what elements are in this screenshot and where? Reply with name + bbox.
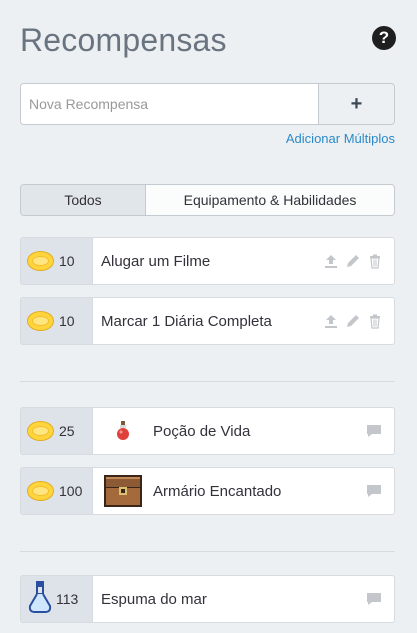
item-title[interactable]: Espuma do mar <box>93 576 366 622</box>
gold-coin-icon <box>27 311 54 331</box>
push-to-top-icon[interactable] <box>322 252 340 270</box>
tab-all[interactable]: Todos <box>21 185 146 215</box>
gold-coin-icon <box>27 251 54 271</box>
reward-title[interactable]: Alugar um Filme <box>93 238 322 284</box>
item-price: 100 <box>59 483 83 499</box>
reward-actions <box>322 298 394 344</box>
health-potion-icon <box>101 413 145 449</box>
gold-coin-icon <box>27 421 54 441</box>
filter-tabs: Todos Equipamento & Habilidades <box>20 184 395 216</box>
gold-coin-icon <box>27 481 54 501</box>
price-column: 10 <box>21 298 93 344</box>
new-reward-input[interactable] <box>21 84 318 124</box>
delete-icon[interactable] <box>366 312 384 330</box>
reward-actions <box>322 238 394 284</box>
notes-icon[interactable] <box>366 468 394 514</box>
notes-icon[interactable] <box>366 408 394 454</box>
item-body[interactable]: Armário Encantado <box>93 468 366 514</box>
price-column: 10 <box>21 238 93 284</box>
add-multiple-link[interactable]: Adicionar Múltiplos <box>286 131 395 146</box>
edit-icon[interactable] <box>344 312 362 330</box>
shop-item[interactable]: 100 Armário Encantado <box>20 467 395 515</box>
push-to-top-icon[interactable] <box>322 312 340 330</box>
section-divider <box>20 551 395 552</box>
page-title: Recompensas <box>20 22 227 58</box>
section-divider <box>20 381 395 382</box>
price-column: 113 <box>21 576 93 622</box>
price-column: 100 <box>21 468 93 514</box>
item-price: 25 <box>59 423 75 439</box>
edit-icon[interactable] <box>344 252 362 270</box>
delete-icon[interactable] <box>366 252 384 270</box>
reward-title[interactable]: Marcar 1 Diária Completa <box>93 298 322 344</box>
item-price: 113 <box>56 591 79 607</box>
potion-bottle-icon <box>27 579 53 620</box>
shop-item[interactable]: 25 Poção de Vida <box>20 407 395 455</box>
gem-item[interactable]: 113 Espuma do mar <box>20 575 395 623</box>
item-body[interactable]: Poção de Vida <box>93 408 366 454</box>
reward-price: 10 <box>59 253 75 269</box>
reward-item[interactable]: 10 Alugar um Filme <box>20 237 395 285</box>
notes-icon[interactable] <box>366 576 394 622</box>
tab-equipment-skills[interactable]: Equipamento & Habilidades <box>146 185 394 215</box>
item-title: Armário Encantado <box>153 482 282 500</box>
help-icon[interactable]: ? <box>372 26 396 50</box>
reward-item[interactable]: 10 Marcar 1 Diária Completa <box>20 297 395 345</box>
add-reward-button[interactable]: + <box>318 84 394 124</box>
price-column: 25 <box>21 408 93 454</box>
item-title: Poção de Vida <box>153 422 251 440</box>
reward-price: 10 <box>59 313 75 329</box>
add-reward-row: + <box>20 83 395 125</box>
enchanted-armoire-icon <box>101 473 145 509</box>
